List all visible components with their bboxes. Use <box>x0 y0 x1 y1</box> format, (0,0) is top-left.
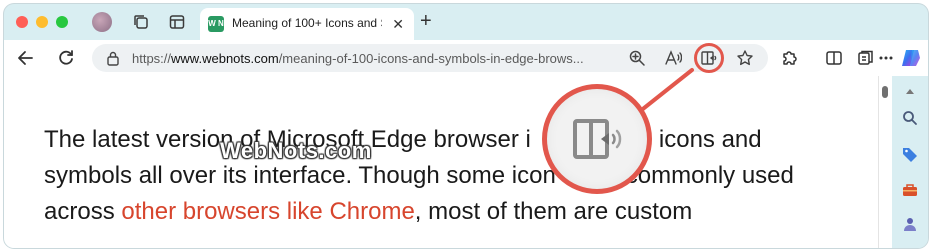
line2-tail-text: commonly used <box>625 162 794 189</box>
address-bar[interactable]: https://www.webnots.com/meaning-of-100-i… <box>92 43 768 73</box>
chrome-link[interactable]: other browsers like Chrome <box>121 198 414 225</box>
workspaces-icon[interactable] <box>132 13 150 31</box>
more-icon[interactable] <box>876 48 896 68</box>
scroll-up-icon[interactable] <box>900 82 920 102</box>
scrollbar[interactable] <box>878 76 892 248</box>
webnots-favicon-icon: W N <box>208 16 224 32</box>
minimize-window-button[interactable] <box>36 16 48 28</box>
immersive-reader-icon <box>573 119 622 159</box>
lock-icon[interactable] <box>106 50 120 66</box>
copilot-icon[interactable] <box>900 48 920 68</box>
page-content: The latest version of Microsoft Edge bro… <box>4 76 878 248</box>
collections-icon[interactable] <box>856 48 876 68</box>
watermark-text: WebNots.com <box>220 138 372 163</box>
close-window-button[interactable] <box>16 16 28 28</box>
profile-avatar[interactable] <box>92 12 112 32</box>
line1-tail-text: h icons and <box>638 126 762 153</box>
zoomed-immersive-reader-icon <box>542 84 652 194</box>
back-icon[interactable] <box>16 48 36 68</box>
url-path: /meaning-of-100-icons-and-symbols-in-edg… <box>278 51 584 66</box>
close-tab-icon[interactable]: ✕ <box>392 16 404 32</box>
search-icon[interactable] <box>900 108 920 128</box>
split-screen-icon[interactable] <box>824 48 844 68</box>
maximize-window-button[interactable] <box>56 16 68 28</box>
toolbar: https://www.webnots.com/meaning-of-100-i… <box>4 40 928 76</box>
browser-window: W N Meaning of 100+ Icons and Sy ✕ + htt… <box>4 4 928 248</box>
zoom-icon[interactable] <box>628 49 646 67</box>
url-text[interactable]: https://www.webnots.com/meaning-of-100-i… <box>132 51 614 67</box>
line3-prefix: across <box>44 198 122 225</box>
favorite-star-icon[interactable] <box>736 49 754 67</box>
read-aloud-icon[interactable] <box>664 49 683 67</box>
article-paragraph: The latest version of Microsoft Edge bro… <box>44 122 854 230</box>
paragraph-line-3: across other browsers like Chrome, most … <box>44 194 854 230</box>
url-domain: www.webnots.com <box>171 51 279 66</box>
tools-icon[interactable] <box>900 180 920 200</box>
paragraph-line-1: The latest version of Microsoft Edge bro… <box>44 122 854 158</box>
extensions-icon[interactable] <box>780 48 800 68</box>
new-tab-button[interactable]: + <box>420 11 432 31</box>
paragraph-line-2: symbols all over its interface. Though s… <box>44 158 854 194</box>
highlight-ring <box>694 43 724 73</box>
line3-suffix: , most of them are custom <box>414 198 693 225</box>
edge-sidebar <box>892 76 928 248</box>
shopping-tag-icon[interactable] <box>900 144 920 164</box>
scroll-thumb[interactable] <box>882 86 888 98</box>
vertical-tabs-icon[interactable] <box>168 13 186 31</box>
tab-title: Meaning of 100+ Icons and Sy <box>232 16 382 30</box>
tab-active[interactable]: W N Meaning of 100+ Icons and Sy ✕ <box>200 8 414 40</box>
line2-text: symbols all over its interface. Though s… <box>44 162 556 189</box>
refresh-icon[interactable] <box>56 48 76 68</box>
url-prefix: https:// <box>132 51 172 66</box>
games-icon[interactable] <box>900 214 920 234</box>
tab-bar: W N Meaning of 100+ Icons and Sy ✕ + <box>4 4 928 40</box>
